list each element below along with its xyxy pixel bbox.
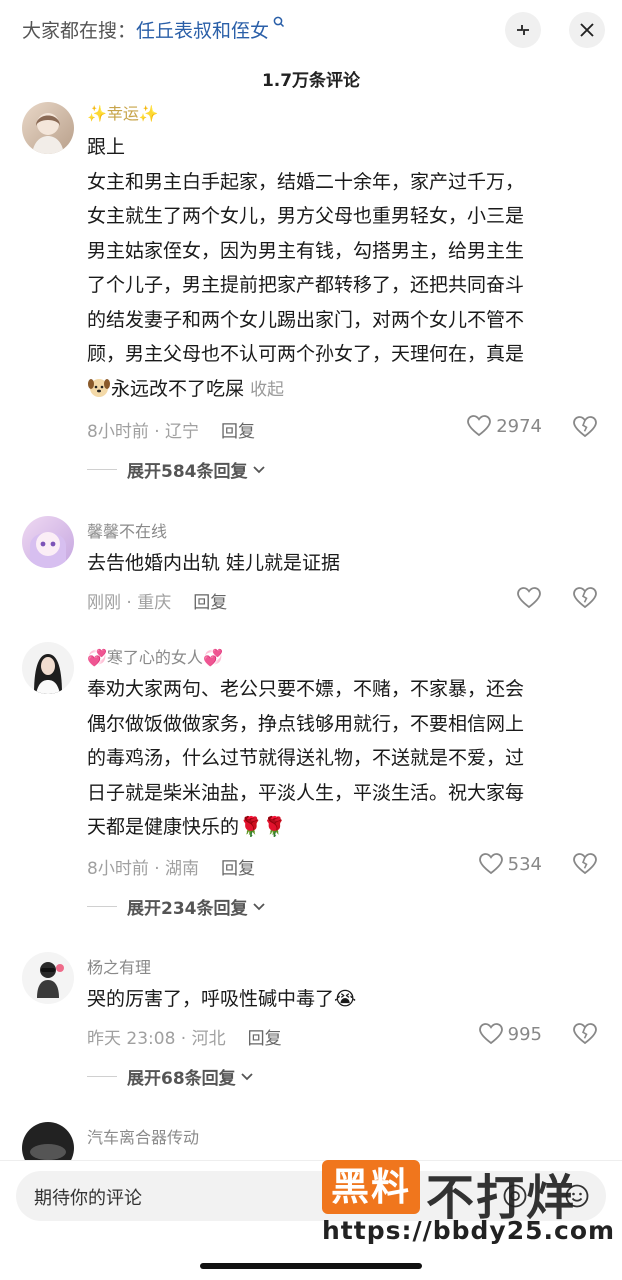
expand-replies-label: 展开584条回复 xyxy=(127,462,248,482)
dislike-button[interactable] xyxy=(572,586,598,614)
like-button[interactable] xyxy=(516,586,542,610)
heart-icon xyxy=(478,1023,503,1045)
avatar[interactable] xyxy=(22,516,74,568)
collapse-icon xyxy=(517,25,529,35)
comment-line: 男主姑家侄女，因为男主有钱，勾搭男主，给男主生 xyxy=(87,239,525,262)
heart-icon xyxy=(478,853,503,875)
chevron-down-icon xyxy=(252,465,265,473)
chevron-down-icon xyxy=(241,1072,253,1080)
watermark-url: https://bbdy25.com xyxy=(322,1216,616,1245)
comment-line: 跟上 xyxy=(87,136,126,158)
divider xyxy=(87,1076,117,1077)
expand-replies-button[interactable]: 展开584条回复 xyxy=(87,457,266,482)
close-button[interactable] xyxy=(569,12,605,48)
comment-line: 天都是健康快乐的🌹🌹 xyxy=(87,816,287,838)
search-prefix: 大家都在搜： xyxy=(22,20,137,42)
comment-meta: 刚刚 · 重庆 回复 xyxy=(87,588,227,613)
comment-count: 1.7万条评论 xyxy=(261,71,361,91)
reply-button[interactable]: 回复 xyxy=(193,593,227,613)
time-location: 8小时前 · 辽宁 xyxy=(87,422,200,442)
like-button[interactable]: 995 xyxy=(478,1022,542,1046)
reply-button[interactable]: 回复 xyxy=(221,859,255,879)
broken-heart-icon xyxy=(573,853,597,875)
like-button[interactable]: 2974 xyxy=(466,414,542,438)
chevron-down-icon xyxy=(252,902,265,910)
home-indicator[interactable] xyxy=(200,1263,422,1269)
comment-line: 了个儿子，男主提前把家产都转移了，还把共同奋斗 xyxy=(87,274,525,296)
comment-line: 偶尔做饭做做家务，挣点钱够用就行，不要相信网上 xyxy=(87,712,525,735)
search-keyword[interactable]: 任丘表叔和侄女 xyxy=(136,20,269,42)
comment-line: 去告他婚内出轨 娃儿就是证据 xyxy=(87,552,341,574)
time-location: 昨天 23:08 · 河北 xyxy=(87,1029,226,1049)
divider xyxy=(87,906,117,907)
heart-icon xyxy=(517,587,541,609)
comment-list[interactable]: ✨幸运✨ 跟上 女主和男主白手起家，结婚二十余年，家产过千万， 女主就生了两个女… xyxy=(0,100,622,1160)
comment-line: 女主和男主白手起家，结婚二十余年，家产过千万， xyxy=(87,170,525,193)
comment-line-tail: 永远改不了吃屎 xyxy=(111,377,245,400)
comment-text: 去告他婚内出轨 娃儿就是证据 xyxy=(87,546,587,581)
username[interactable]: 💞寒了心的女人💞 xyxy=(87,644,223,668)
username[interactable]: 杨之有理 xyxy=(87,954,151,978)
comment-line: 永远改不了吃屎 收起 xyxy=(87,372,587,408)
comment-meta: 8小时前 · 辽宁 回复 xyxy=(87,417,255,442)
time-location: 8小时前 · 湖南 xyxy=(87,859,200,879)
comment-text: 哭的厉害了，呼吸性碱中毒了😭 xyxy=(87,982,587,1017)
expand-replies-label: 展开234条回复 xyxy=(127,899,248,919)
like-count: 995 xyxy=(507,1023,542,1045)
broken-heart-icon xyxy=(573,1023,597,1045)
like-button[interactable]: 534 xyxy=(478,852,542,876)
dislike-button[interactable] xyxy=(572,852,598,880)
comment-meta: 昨天 23:08 · 河北 回复 xyxy=(87,1024,282,1049)
avatar[interactable] xyxy=(22,1122,74,1160)
dislike-button[interactable] xyxy=(572,415,598,443)
avatar[interactable] xyxy=(22,102,74,154)
search-suggestion[interactable]: 大家都在搜：任丘表叔和侄女 xyxy=(22,16,285,43)
comment-line: 奉劝大家两句、老公只要不嫖，不赌，不家暴，还会 xyxy=(87,678,525,700)
username-text: 寒了心的女人 xyxy=(106,648,203,667)
username[interactable]: ✨幸运✨ xyxy=(87,100,159,124)
expand-replies-button[interactable]: 展开234条回复 xyxy=(87,894,266,919)
like-count: 2974 xyxy=(496,415,542,437)
comment-line: 哭的厉害了，呼吸性碱中毒了😭 xyxy=(87,988,357,1010)
avatar[interactable] xyxy=(22,952,74,1004)
dislike-button[interactable] xyxy=(572,1022,598,1050)
dog-emoji-icon xyxy=(88,378,110,397)
username[interactable]: 馨馨不在线 xyxy=(87,518,167,542)
divider xyxy=(87,469,117,470)
comment-input-placeholder: 期待你的评论 xyxy=(34,1188,142,1209)
comment-line: 顾，男主父母也不认可两个孙女了，天理何在，真是 xyxy=(87,343,525,365)
broken-heart-icon xyxy=(573,416,597,438)
watermark-logo: 黑料 xyxy=(322,1160,420,1214)
heart-icon xyxy=(467,415,492,437)
avatar[interactable] xyxy=(22,642,74,694)
username[interactable]: 汽车离合器传动 xyxy=(87,1124,199,1148)
comment-line: 女主就生了两个女儿，男方父母也重男轻女，小三是 xyxy=(87,205,525,227)
search-icon xyxy=(269,16,285,32)
collapse-text-button[interactable]: 收起 xyxy=(250,380,284,400)
comment-line: 日子就是柴米油盐，平淡人生，平淡生活。祝大家每 xyxy=(87,781,525,804)
expand-replies-label: 展开68条回复 xyxy=(127,1069,236,1089)
heart-emoji-icon: 💞 xyxy=(87,648,107,667)
like-count: 534 xyxy=(507,853,542,875)
top-bar: 大家都在搜：任丘表叔和侄女 1.7万条评论 xyxy=(0,0,622,91)
expand-replies-button[interactable]: 展开68条回复 xyxy=(87,1064,254,1089)
comment-text: 跟上 女主和男主白手起家，结婚二十余年，家产过千万， 女主就生了两个女儿，男方父… xyxy=(87,130,587,407)
heart-emoji-icon: 💞 xyxy=(202,648,223,667)
comment-meta: 8小时前 · 湖南 回复 xyxy=(87,854,255,879)
time-location: 刚刚 · 重庆 xyxy=(87,593,172,613)
reply-button[interactable]: 回复 xyxy=(221,422,255,442)
collapse-button[interactable] xyxy=(505,12,541,48)
comment-line: 的结发妻子和两个女儿踢出家门，对两个女儿不管不 xyxy=(87,308,525,331)
broken-heart-icon xyxy=(573,587,597,609)
reply-button[interactable]: 回复 xyxy=(248,1029,282,1049)
comment-text: 奉劝大家两句、老公只要不嫖，不赌，不家暴，还会 偶尔做饭做做家务，挣点钱够用就行… xyxy=(87,672,587,845)
close-icon xyxy=(580,23,594,37)
comment-line: 的毒鸡汤，什么过节就得送礼物，不送就是不爱，过 xyxy=(87,747,525,769)
